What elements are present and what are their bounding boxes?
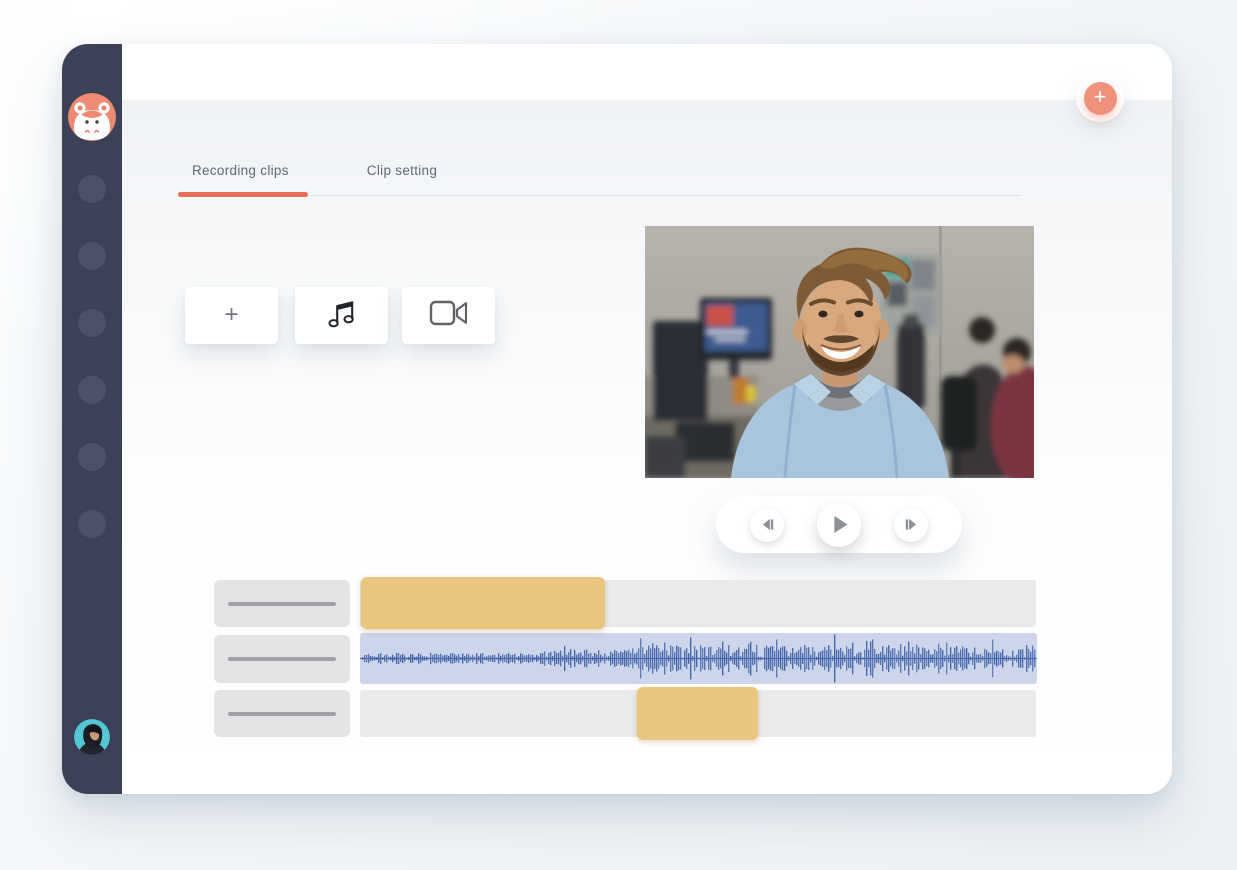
track-3-clip[interactable] (637, 687, 758, 740)
add-media-button[interactable]: + (185, 287, 278, 344)
tab-clip-setting[interactable]: Clip setting (353, 163, 451, 178)
track-1-clip[interactable] (361, 577, 605, 629)
track-label-placeholder (228, 602, 336, 606)
avatar-graphic (74, 719, 110, 755)
track-label-placeholder (228, 657, 336, 661)
add-clip-fab[interactable]: + (1076, 74, 1124, 122)
play-icon (832, 515, 849, 534)
sidebar-nav-item-6[interactable] (78, 510, 106, 538)
add-video-button[interactable] (402, 287, 495, 344)
tab-recording-clips[interactable]: Recording clips (178, 163, 303, 178)
playback-controls (716, 496, 962, 553)
sidebar-nav-item-2[interactable] (78, 242, 106, 270)
user-avatar[interactable] (74, 719, 110, 755)
step-backward-button[interactable] (750, 508, 784, 542)
sidebar-nav-item-5[interactable] (78, 443, 106, 471)
monkey-logo-icon[interactable] (68, 93, 116, 141)
active-tab-indicator (178, 192, 308, 197)
add-music-button[interactable] (295, 287, 388, 344)
audio-waveform-graphic (360, 633, 1037, 684)
play-button[interactable] (817, 503, 861, 547)
tab-bar: Recording clips Clip setting (178, 163, 451, 178)
track-2-waveform[interactable] (360, 633, 1037, 684)
track-label-placeholder (228, 712, 336, 716)
track-1-label[interactable] (214, 580, 350, 627)
step-forward-button[interactable] (894, 508, 928, 542)
sidebar-nav-item-4[interactable] (78, 376, 106, 404)
track-2-label[interactable] (214, 635, 350, 683)
main-content: + Recording clips Clip setting + (122, 44, 1172, 794)
video-frame-image (645, 226, 1034, 478)
video-camera-icon (429, 299, 469, 332)
video-preview[interactable] (645, 226, 1034, 478)
sidebar-nav-item-3[interactable] (78, 309, 106, 337)
sidebar (62, 44, 122, 794)
app-window: + Recording clips Clip setting + (62, 44, 1172, 794)
music-note-icon (324, 296, 360, 335)
step-backward-icon (760, 518, 775, 531)
plus-icon: + (224, 303, 238, 329)
step-forward-icon (904, 518, 919, 531)
plus-icon[interactable]: + (1084, 82, 1117, 115)
monkey-logo-graphic (68, 93, 116, 141)
sidebar-nav-item-1[interactable] (78, 175, 106, 203)
sidebar-nav (78, 175, 106, 538)
track-3-label[interactable] (214, 690, 350, 737)
